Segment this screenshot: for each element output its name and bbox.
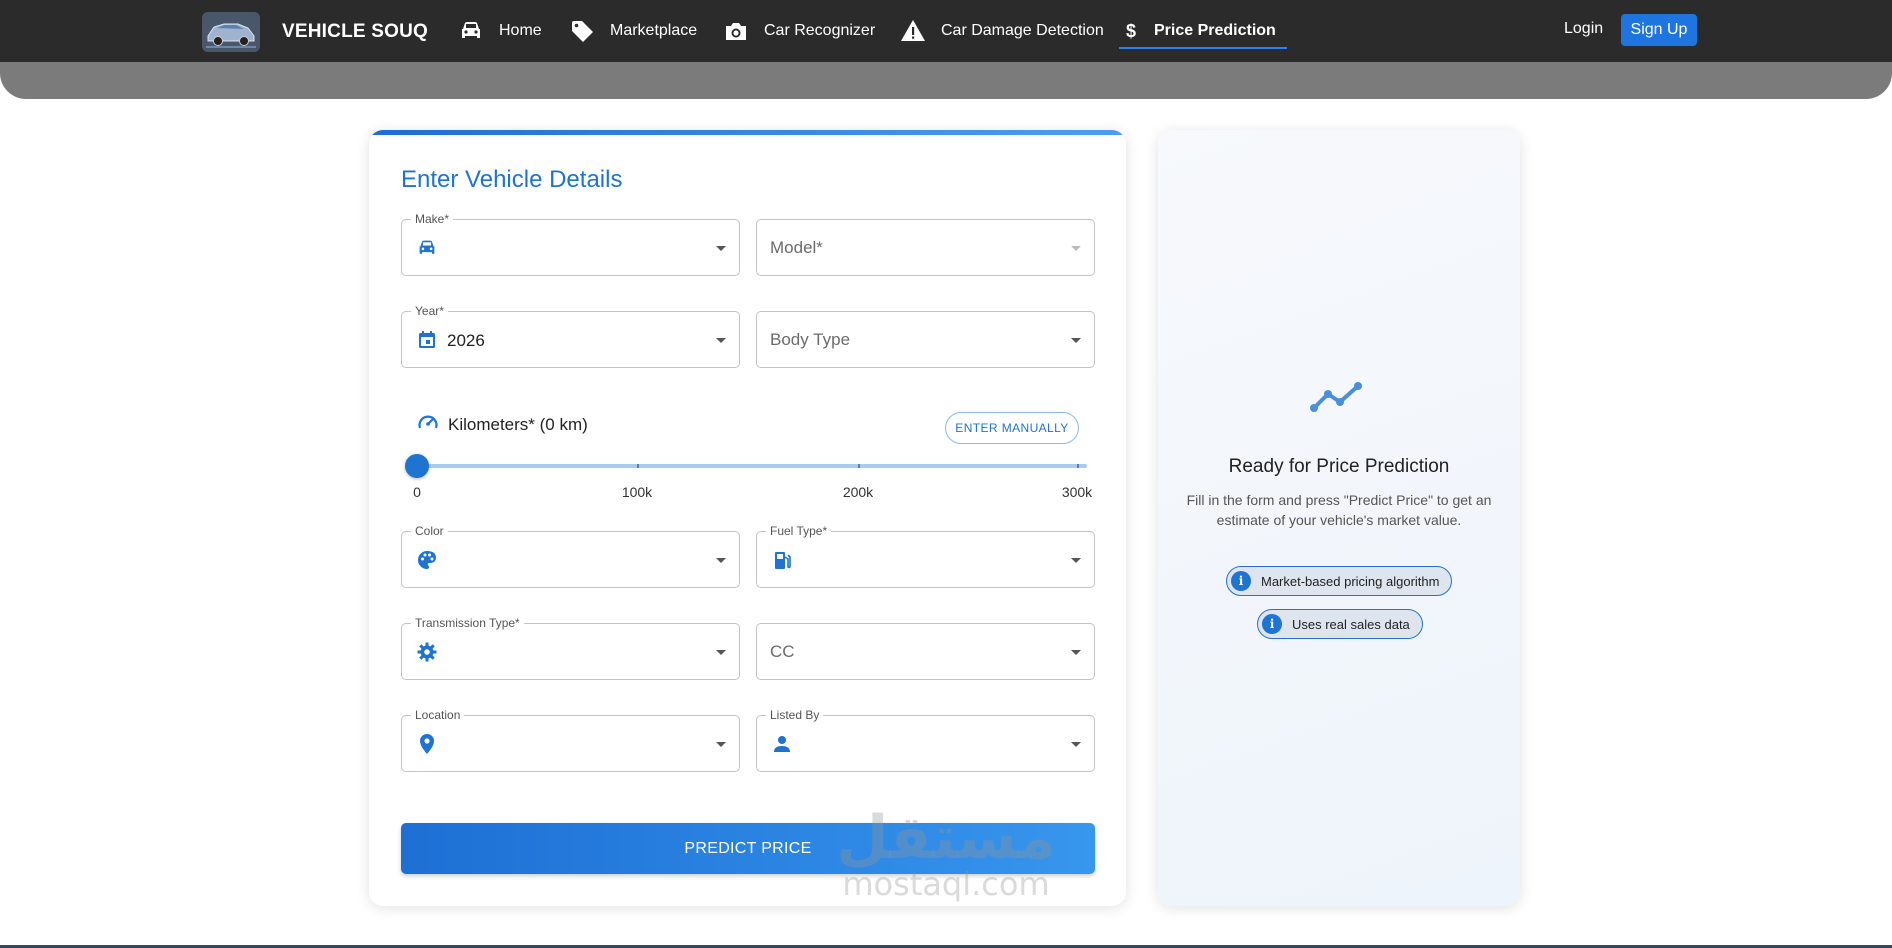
watermark: مستقل mostaql.com <box>830 808 1062 900</box>
body-type-placeholder: Body Type <box>770 330 851 349</box>
slider-tick <box>637 464 639 468</box>
info-chip: i Market-based pricing algorithm <box>1226 566 1453 596</box>
year-label: Year* <box>411 304 448 318</box>
kilometers-label: Kilometers* (0 km) <box>448 414 588 434</box>
gear-icon <box>416 641 438 663</box>
listed-by-label: Listed By <box>766 708 824 722</box>
slider-mark: 300k <box>1061 484 1093 500</box>
person-icon <box>771 733 793 755</box>
chevron-down-icon <box>716 650 726 655</box>
brand[interactable]: VEHICLE SOUQ <box>202 12 428 52</box>
nav-car-damage-detection-label: Car Damage Detection <box>941 22 1104 39</box>
result-title: Ready for Price Prediction <box>1228 456 1450 477</box>
form-title: Enter Vehicle Details <box>401 166 623 193</box>
watermark-latin: mostaql.com <box>842 865 1050 903</box>
vehicle-details-form: Enter Vehicle Details Make* Model* Year*… <box>369 130 1126 906</box>
tag-icon <box>569 18 595 44</box>
palette-icon <box>416 549 438 571</box>
speedometer-icon <box>417 412 439 437</box>
make-select[interactable]: Make* <box>401 212 740 276</box>
result-description: Fill in the form and press "Predict Pric… <box>1186 492 1492 528</box>
watermark-arabic: مستقل <box>836 803 1056 873</box>
chip-label: Uses real sales data <box>1292 616 1410 632</box>
model-select[interactable]: Model* <box>756 219 1095 276</box>
enter-manually-button[interactable]: ENTER MANUALLY <box>945 412 1079 444</box>
color-select[interactable]: Color <box>401 524 740 588</box>
cc-select[interactable]: CC <box>756 623 1095 680</box>
nav-marketplace[interactable]: Marketplace <box>569 14 697 48</box>
nav-marketplace-label: Marketplace <box>610 22 698 39</box>
info-icon: i <box>1231 571 1251 591</box>
info-chip: i Uses real sales data <box>1257 609 1423 639</box>
top-navbar: VEHICLE SOUQ Home Marketplace Car Recogn… <box>0 0 1892 62</box>
car-icon <box>416 237 438 259</box>
slider-tick <box>1077 464 1079 468</box>
nav-home[interactable]: Home <box>458 14 542 48</box>
warning-icon <box>900 18 926 44</box>
kilometers-slider-thumb[interactable] <box>405 454 429 478</box>
slider-mark: 200k <box>842 484 874 500</box>
chip-label: Market-based pricing algorithm <box>1261 573 1440 589</box>
transmission-select[interactable]: Transmission Type* <box>401 616 740 680</box>
chevron-down-icon <box>716 246 726 251</box>
fuel-type-select[interactable]: Fuel Type* <box>756 524 1095 588</box>
location-pin-icon <box>416 733 438 755</box>
nav-price-prediction[interactable]: $ Price Prediction <box>1122 14 1276 48</box>
nav-price-prediction-label: Price Prediction <box>1154 22 1276 39</box>
active-tab-indicator <box>1119 47 1287 49</box>
location-label: Location <box>411 708 465 722</box>
slider-tick <box>858 464 860 468</box>
fuel-pump-icon <box>771 549 793 571</box>
prediction-result-panel: Ready for Price Prediction Fill in the f… <box>1158 130 1520 906</box>
color-label: Color <box>411 524 448 538</box>
slider-mark: 0 <box>413 484 421 500</box>
signup-button[interactable]: Sign Up <box>1621 14 1697 46</box>
chevron-down-icon <box>1071 742 1081 747</box>
transmission-label: Transmission Type* <box>411 616 524 630</box>
car-icon <box>458 18 484 44</box>
year-select[interactable]: Year* 2026 <box>401 304 740 368</box>
trending-up-icon <box>1308 376 1368 421</box>
camera-icon <box>723 18 749 44</box>
model-placeholder: Model* <box>770 238 823 257</box>
chevron-down-icon <box>1071 246 1081 251</box>
make-label: Make* <box>411 212 454 226</box>
chevron-down-icon <box>1071 558 1081 563</box>
kilometers-header: Kilometers* (0 km) <box>417 412 588 437</box>
calendar-icon <box>416 329 438 351</box>
brand-name: VEHICLE SOUQ <box>282 21 428 42</box>
body-type-select[interactable]: Body Type <box>756 311 1095 368</box>
chevron-down-icon <box>716 558 726 563</box>
year-value: 2026 <box>447 331 485 350</box>
info-icon: i <box>1262 614 1282 634</box>
fuel-type-label: Fuel Type* <box>766 524 832 538</box>
nav-home-label: Home <box>499 22 542 39</box>
chevron-down-icon <box>1071 650 1081 655</box>
header-band <box>0 62 1892 99</box>
nav-car-recognizer[interactable]: Car Recognizer <box>723 14 875 48</box>
slider-mark: 100k <box>621 484 653 500</box>
chevron-down-icon <box>716 742 726 747</box>
card-accent-bar <box>369 130 1126 135</box>
cc-placeholder: CC <box>770 642 795 661</box>
nav-car-damage-detection[interactable]: Car Damage Detection <box>900 14 1104 48</box>
chevron-down-icon <box>716 338 726 343</box>
location-select[interactable]: Location <box>401 708 740 772</box>
login-link[interactable]: Login <box>1564 20 1603 38</box>
nav-car-recognizer-label: Car Recognizer <box>764 22 876 39</box>
listed-by-select[interactable]: Listed By <box>756 708 1095 772</box>
kilometers-slider-track[interactable] <box>417 464 1087 468</box>
brand-logo <box>202 12 260 52</box>
dollar-icon: $ <box>1125 20 1136 41</box>
chevron-down-icon <box>1071 338 1081 343</box>
